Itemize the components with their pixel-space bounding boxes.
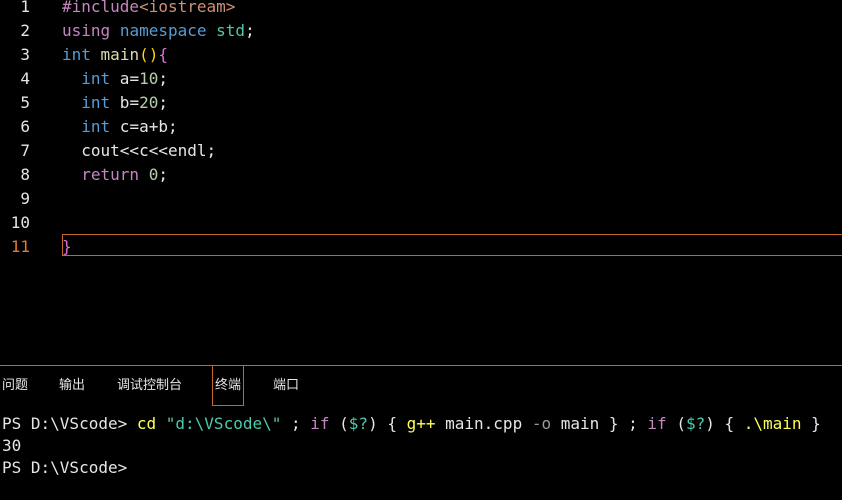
terminal-token: main.cpp	[435, 414, 532, 433]
code-text: cout<<c<<endl;	[62, 139, 216, 163]
line-number: 3	[20, 45, 30, 64]
code-token: 10	[139, 69, 159, 88]
terminal-line: PS D:\VScode>	[2, 457, 127, 479]
terminal-token: 30	[2, 436, 22, 455]
code-token: cout<<c<<endl;	[62, 141, 217, 160]
terminal[interactable]: PS D:\VScode> cd "d:\VScode\" ; if ($?) …	[0, 413, 842, 500]
terminal-token: ) {	[368, 414, 407, 433]
terminal-token: (	[666, 414, 686, 433]
code-text: int a=10;	[62, 67, 168, 91]
code-line: 8 return 0;	[0, 163, 842, 187]
terminal-token: .\main	[743, 414, 802, 433]
line-number: 2	[20, 21, 30, 40]
terminal-token: $?	[348, 414, 369, 433]
terminal-token: $?	[685, 414, 706, 433]
code-token: ;	[158, 165, 168, 184]
code-token: namespace	[119, 21, 207, 40]
code-line: 9	[0, 187, 842, 211]
code-token: #include	[62, 0, 140, 16]
tab-debug-console[interactable]: 调试控制台	[117, 366, 182, 406]
code-token: ;	[158, 93, 168, 112]
code-token: int	[62, 45, 91, 64]
terminal-token: -o	[531, 414, 552, 433]
tab-ports[interactable]: 端口	[273, 366, 299, 406]
code-token: ;	[245, 21, 255, 40]
line-number: 10	[10, 213, 30, 232]
code-token: int	[81, 93, 111, 112]
code-token: c=a+b;	[110, 117, 178, 136]
terminal-token: PS D:\VScode>	[2, 414, 137, 433]
code-token: 0	[148, 165, 159, 184]
line-number: 11	[10, 237, 30, 256]
code-token: int	[81, 69, 111, 88]
code-token: b=	[110, 93, 140, 112]
code-line: 2 using namespace std;	[0, 19, 842, 43]
tab-terminal[interactable]: 终端	[212, 366, 245, 406]
code-token: main	[100, 45, 140, 64]
code-token: a=	[110, 69, 140, 88]
code-line: 4 int a=10;	[0, 67, 842, 91]
code-token: ()	[139, 45, 159, 64]
tab-output[interactable]: 输出	[59, 366, 85, 406]
code-token: return	[81, 165, 140, 184]
code-text: int main(){	[62, 43, 168, 67]
code-editor[interactable]: 1 #include<iostream> 2 using namespace std;…	[0, 0, 842, 365]
code-token: {	[158, 45, 168, 64]
code-text: #include<iostream>	[62, 0, 235, 19]
line-number: 9	[20, 189, 30, 208]
panel-tabs: 问题 输出 调试控制台 终端 端口	[0, 366, 842, 406]
code-token: <iostream>	[139, 0, 236, 16]
terminal-token: if	[310, 414, 330, 433]
terminal-token: PS D:\VScode>	[2, 458, 128, 477]
terminal-token: ;	[281, 414, 311, 433]
terminal-token: }	[801, 414, 821, 433]
terminal-token: main } ;	[551, 414, 648, 433]
line-number: 5	[20, 93, 30, 112]
line-number: 6	[20, 117, 30, 136]
code-line: 10	[0, 211, 842, 235]
terminal-token: g++	[406, 414, 436, 433]
terminal-token: (	[329, 414, 349, 433]
code-text: using namespace std;	[62, 19, 255, 43]
code-token: 20	[139, 93, 159, 112]
code-line: 7 cout<<c<<endl;	[0, 139, 842, 163]
code-token: using	[62, 21, 111, 40]
terminal-token: cd	[136, 414, 157, 433]
code-token: ;	[158, 69, 168, 88]
tab-problems[interactable]: 问题	[2, 366, 28, 406]
line-number: 1	[20, 0, 30, 16]
code-line: 1 #include<iostream>	[0, 0, 842, 19]
current-line-highlight	[62, 234, 842, 256]
code-line: 5 int b=20;	[0, 91, 842, 115]
code-line: 3 int main(){	[0, 43, 842, 67]
code-text: return 0;	[62, 163, 168, 187]
code-text: int b=20;	[62, 91, 168, 115]
code-text: int c=a+b;	[62, 115, 178, 139]
code-token: int	[81, 117, 111, 136]
code-token: std	[216, 21, 246, 40]
line-number: 8	[20, 165, 30, 184]
terminal-line: PS D:\VScode> cd "d:\VScode\" ; if ($?) …	[2, 413, 821, 435]
terminal-token: ) {	[705, 414, 744, 433]
terminal-token: if	[647, 414, 667, 433]
line-number: 4	[20, 69, 30, 88]
line-number: 7	[20, 141, 30, 160]
terminal-line: 30	[2, 435, 21, 457]
code-line: 6 int c=a+b;	[0, 115, 842, 139]
terminal-token: "d:\VScode\"	[165, 414, 282, 433]
